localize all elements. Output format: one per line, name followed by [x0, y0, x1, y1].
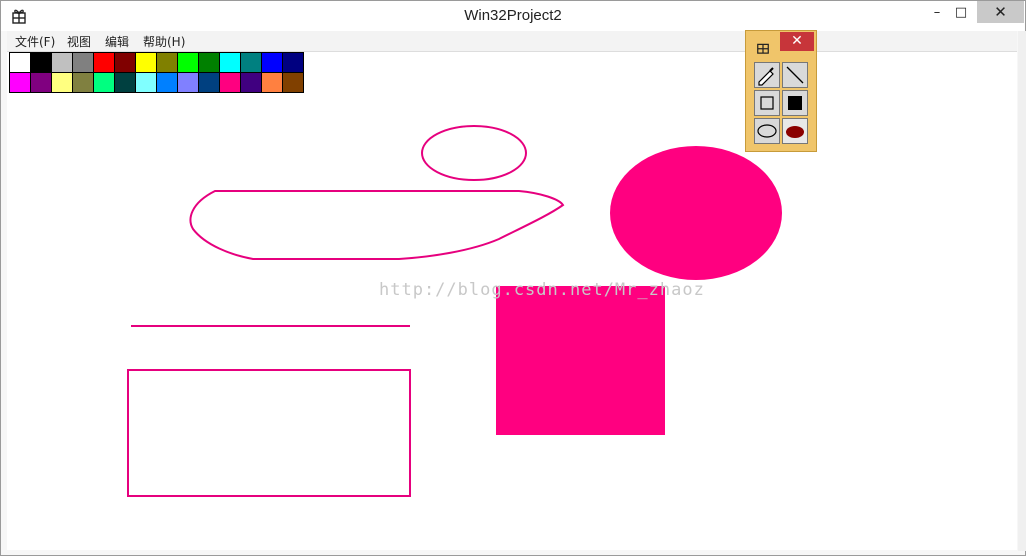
- drawing-layer: [127, 125, 782, 497]
- filled-rectangle-icon: [788, 96, 802, 110]
- tool-palette-window[interactable]: ✕: [745, 30, 817, 152]
- rectangle-icon: [760, 96, 774, 110]
- ellipse-icon: [757, 124, 777, 138]
- ellipse-tool-button[interactable]: [754, 118, 780, 144]
- filled-rectangle-tool-button[interactable]: [782, 90, 808, 116]
- filled-ellipse-tool-button[interactable]: [782, 118, 808, 144]
- pencil-tool-button[interactable]: [754, 62, 780, 88]
- rectangle-tool-button[interactable]: [754, 90, 780, 116]
- outline-ellipse: [421, 125, 527, 181]
- watermark-text: http://blog.csdn.net/Mr_zhaoz: [379, 280, 705, 300]
- line-tool-button[interactable]: [782, 62, 808, 88]
- filled-rectangle: [496, 286, 665, 435]
- filled-ellipse: [610, 146, 782, 280]
- toolbox-app-icon: [757, 43, 769, 54]
- app-window: Win32Project2 – □ ✕ 文件(F) 视图 编辑 帮助(H) ht…: [0, 0, 1026, 556]
- outline-rectangle: [127, 369, 411, 497]
- line-icon: [786, 66, 804, 84]
- pencil-icon: [758, 67, 774, 86]
- freehand-stroke: [189, 190, 565, 260]
- filled-ellipse-icon: [786, 126, 804, 138]
- toolbox-close-button[interactable]: ✕: [780, 32, 814, 51]
